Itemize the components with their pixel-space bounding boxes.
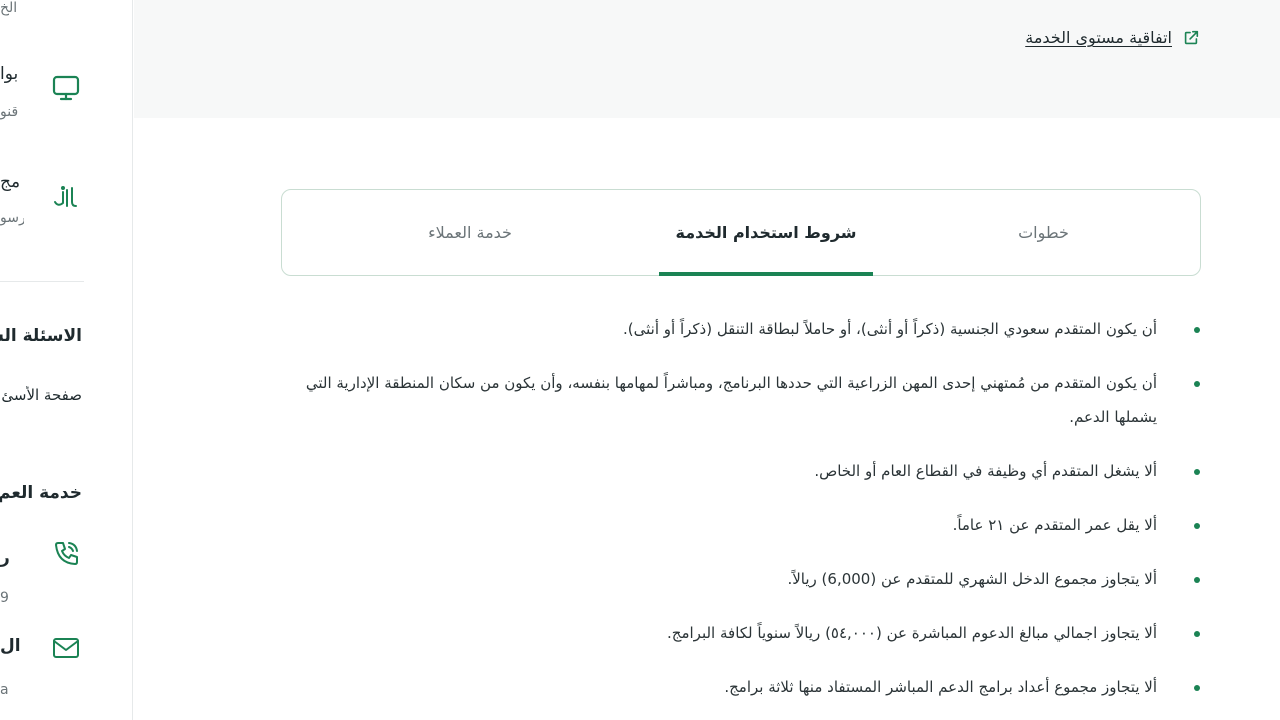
- tab-bar: خدمة العملاء شروط استخدام الخدمة خطوات: [281, 189, 1201, 276]
- list-item: ألا يتجاوز اجمالي مبالغ الدعوم المباشرة …: [300, 616, 1200, 650]
- faq-heading-clip: الاسئلة الش: [0, 326, 82, 354]
- monitor-icon: [52, 75, 80, 101]
- contact-email-address: a: [0, 682, 9, 698]
- term-text: ألا يتجاوز مجموع أعداد برامج الدعم المبا…: [724, 678, 1157, 696]
- bullet-icon: [1194, 631, 1200, 637]
- faq-heading: الاسئلة الش: [0, 326, 82, 346]
- bullet-icon: [1194, 469, 1200, 475]
- list-item: ألا يقل عمر المتقدم عن ٢١ عاماً.: [300, 508, 1200, 542]
- contact-phone-number: 9: [0, 590, 9, 606]
- list-item: ألا يتجاوز مجموع الدخل الشهري للمتقدم عن…: [300, 562, 1200, 596]
- riyal-icon: [54, 186, 77, 207]
- bullet-icon: [1194, 327, 1200, 333]
- sidebar-item-subtitle-clip: رسو: [0, 210, 24, 238]
- tab-steps[interactable]: خطوات: [902, 190, 1185, 275]
- bullet-icon: [1194, 577, 1200, 583]
- bullet-icon: [1194, 523, 1200, 529]
- sidebar-top-cut: الخ: [0, 0, 18, 16]
- list-item: ألا يشغل المتقدم أي وظيفة في القطاع العا…: [300, 454, 1200, 488]
- sidebar-item-subtitle: قنو: [0, 104, 19, 120]
- term-text: ألا يتجاوز اجمالي مبالغ الدعوم المباشرة …: [667, 624, 1157, 642]
- tab-terms-of-use[interactable]: شروط استخدام الخدمة: [659, 190, 873, 276]
- sidebar-item-title-clip: مج: [0, 172, 24, 200]
- term-text: ألا يتجاوز مجموع الدخل الشهري للمتقدم عن…: [787, 570, 1157, 588]
- sidebar: الخ بوا قنو مج رسو الاسئلة ال صفحة الأسئ…: [0, 0, 133, 720]
- faq-link-clip[interactable]: صفحة الأسئ: [0, 386, 82, 414]
- contact-email-title: ال: [0, 636, 21, 656]
- list-item: ألا يتجاوز مجموع أعداد برامج الدعم المبا…: [300, 670, 1200, 704]
- contact-title-clip: ر: [0, 548, 24, 576]
- contact-title-clip: ال: [0, 636, 24, 664]
- sidebar-item-title: بوا: [0, 64, 19, 84]
- contact-subtitle-clip: 9: [0, 590, 24, 618]
- contact-phone-title: ر: [0, 548, 10, 568]
- support-heading-clip: خدمة العم: [0, 483, 82, 511]
- bullet-icon: [1194, 381, 1200, 387]
- sidebar-divider: [0, 281, 84, 282]
- contact-subtitle-clip: a: [0, 682, 24, 710]
- tab-customer-service[interactable]: خدمة العملاء: [282, 190, 658, 275]
- term-text: أن يكون المتقدم من مُمتهني إحدى المهن ال…: [305, 374, 1157, 426]
- sidebar-item-subtitle: رسو: [0, 210, 24, 226]
- mail-icon: [53, 638, 79, 658]
- term-text: ألا يقل عمر المتقدم عن ٢١ عاماً.: [952, 516, 1157, 534]
- sidebar-item-title: مج: [0, 172, 21, 192]
- support-heading: خدمة العم: [0, 483, 82, 503]
- term-text: أن يكون المتقدم سعودي الجنسية (ذكراً أو …: [623, 320, 1157, 338]
- list-item: أن يكون المتقدم سعودي الجنسية (ذكراً أو …: [300, 312, 1200, 346]
- term-text: ألا يشغل المتقدم أي وظيفة في القطاع العا…: [814, 462, 1157, 480]
- sidebar-item-title-clip: بوا: [0, 64, 24, 92]
- sla-link[interactable]: اتفاقية مستوى الخدمة: [1025, 28, 1200, 47]
- list-item: أن يكون المتقدم من مُمتهني إحدى المهن ال…: [300, 366, 1200, 434]
- top-banner: اتفاقية مستوى الخدمة: [134, 0, 1280, 118]
- sla-link-label: اتفاقية مستوى الخدمة: [1025, 28, 1172, 47]
- bullet-icon: [1194, 685, 1200, 691]
- page: الخ بوا قنو مج رسو الاسئلة ال صفحة الأسئ…: [0, 0, 1280, 720]
- faq-link[interactable]: صفحة الأسئ: [1, 386, 82, 404]
- phone-icon: [55, 542, 78, 565]
- external-link-icon: [1184, 30, 1199, 44]
- terms-list: أن يكون المتقدم سعودي الجنسية (ذكراً أو …: [300, 312, 1200, 720]
- sidebar-item-subtitle-clip: قنو: [0, 104, 24, 132]
